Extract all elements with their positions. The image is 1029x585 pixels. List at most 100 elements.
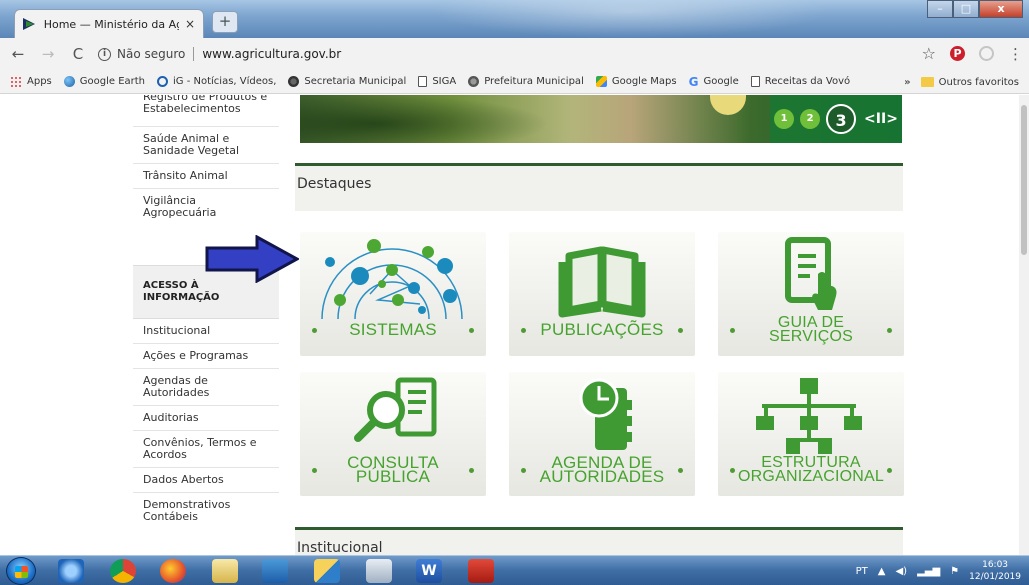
system-clock[interactable]: 16:03 12/01/2019 <box>969 559 1021 583</box>
card-agenda-autoridades[interactable]: AGENDA DE AUTORIDADES <box>509 372 695 496</box>
sidebar-item-saude[interactable]: Saúde Animal e Sanidade Vegetal <box>133 127 279 164</box>
reload-button[interactable]: C <box>66 45 90 63</box>
sidebar-item-dados[interactable]: Dados Abertos <box>133 468 279 493</box>
close-window-button[interactable]: x <box>979 0 1023 18</box>
page-scrollbar[interactable] <box>1019 95 1029 555</box>
sidebar-item-registro[interactable]: Registro de Produtos e Estabelecimentos <box>133 95 279 127</box>
internet-explorer-icon[interactable] <box>58 559 84 583</box>
sidebar-item-acoes[interactable]: Ações e Programas <box>133 344 279 369</box>
info-icon[interactable]: i <box>98 47 111 61</box>
bookmark-secretaria[interactable]: Secretaria Municipal <box>288 76 406 87</box>
card-consulta-publica[interactable]: CONSULTA PÚBLICA <box>300 372 486 496</box>
apps-icon <box>10 75 22 88</box>
bookmark-apps[interactable]: Apps <box>10 75 52 88</box>
new-tab-button[interactable]: + <box>212 11 238 33</box>
sidebar-item-institucional[interactable]: Institucional <box>133 319 279 344</box>
bookmark-google-earth[interactable]: Google Earth <box>63 76 145 87</box>
url-text[interactable]: www.agricultura.gov.br <box>202 47 341 61</box>
slider-pause-control[interactable]: <II> <box>864 111 898 127</box>
slider-pagination: 1 2 3 <II> <box>770 95 902 143</box>
sidebar-item-auditorias[interactable]: Auditorias <box>133 406 279 431</box>
bookmark-siga[interactable]: SIGA <box>418 76 456 87</box>
windows-taskbar: W PT ▲ ◀) ▂▄▆ ⚑ 16:03 12/01/2019 <box>0 555 1029 585</box>
card-dot <box>730 468 735 473</box>
card-dot <box>521 328 526 333</box>
network-icon[interactable]: ▂▄▆ <box>917 566 940 577</box>
network-icon <box>321 239 463 319</box>
site-favicon-icon <box>23 18 37 30</box>
language-indicator[interactable]: PT <box>856 566 868 577</box>
clock-date: 12/01/2019 <box>969 572 1021 582</box>
card-label-row: ESTRUTURA ORGANIZACIONAL <box>718 455 904 485</box>
pinterest-extension-icon[interactable]: P <box>950 46 965 61</box>
browser-tab[interactable]: Home — Ministério da Agricultu × <box>14 9 204 38</box>
omnibox-divider <box>193 47 195 61</box>
bookmark-label: Google Maps <box>611 76 677 87</box>
tab-close-icon[interactable]: × <box>185 17 195 31</box>
acrobat-icon[interactable] <box>468 559 494 583</box>
bookmark-google[interactable]: G Google <box>689 75 739 89</box>
card-dot <box>678 328 683 333</box>
book-icon <box>558 246 646 318</box>
calculator-icon[interactable] <box>366 559 392 583</box>
sidebar-item-demonstrativos[interactable]: Demonstrativos Contábeis <box>133 493 279 529</box>
bookmarks-right: » Outros favoritos <box>904 70 1019 94</box>
card-sistemas[interactable]: SISTEMAS <box>300 232 486 356</box>
card-estrutura-organizacional[interactable]: ESTRUTURA ORGANIZACIONAL <box>718 372 904 496</box>
card-label: GUIA DE SERVIÇOS <box>769 314 853 345</box>
card-publicacoes[interactable]: PUBLICAÇÕES <box>509 232 695 356</box>
omnibox[interactable]: i Não seguro www.agricultura.gov.br <box>98 42 978 66</box>
slider-page-1[interactable]: 1 <box>774 109 795 129</box>
tray-expand-icon[interactable]: ▲ <box>878 566 886 577</box>
other-bookmarks-label[interactable]: Outros favoritos <box>939 77 1019 88</box>
back-button[interactable]: ← <box>6 45 30 63</box>
tab-title: Home — Ministério da Agricultu <box>43 17 179 31</box>
card-label: SISTEMAS <box>349 320 437 339</box>
card-label-row: GUIA DE SERVIÇOS <box>718 314 904 345</box>
card-guia-servicos[interactable]: GUIA DE SERVIÇOS <box>718 232 904 356</box>
document-icon <box>418 76 428 87</box>
bookmark-label: Google <box>703 76 739 87</box>
google-icon: G <box>688 74 699 89</box>
chrome-icon[interactable] <box>110 559 136 583</box>
card-label-row: PUBLICAÇÕES <box>509 319 695 341</box>
media-player-icon[interactable] <box>262 559 288 583</box>
bookmark-google-maps[interactable]: Google Maps <box>595 76 677 87</box>
slider-page-2[interactable]: 2 <box>800 109 821 129</box>
word-icon[interactable]: W <box>416 559 442 583</box>
screen: Home — Ministério da Agricultu × + – □ x… <box>0 0 1029 585</box>
bookmark-star-icon[interactable]: ☆ <box>922 44 936 63</box>
card-dot <box>887 468 892 473</box>
bookmark-prefeitura[interactable]: Prefeitura Municipal <box>468 76 584 87</box>
sidebar-item-convenios[interactable]: Convênios, Termos e Acordos <box>133 431 279 468</box>
start-button[interactable] <box>6 557 36 585</box>
org-chart-icon <box>756 378 862 454</box>
card-dot <box>678 468 683 473</box>
card-dot <box>312 468 317 473</box>
maximize-button[interactable]: □ <box>953 0 979 18</box>
bookmarks-overflow-icon[interactable]: » <box>904 77 910 88</box>
slider-page-3[interactable]: 3 <box>826 104 857 134</box>
institucional-header: Institucional <box>295 527 903 555</box>
sidebar-item-agendas[interactable]: Agendas de Autoridades <box>133 369 279 406</box>
scrollbar-thumb[interactable] <box>1021 105 1027 255</box>
maps-icon <box>595 76 607 87</box>
volume-icon[interactable]: ◀) <box>895 566 907 577</box>
windows-logo-icon <box>15 566 28 578</box>
bookmark-label: Secretaria Municipal <box>304 76 407 87</box>
action-center-icon[interactable]: ⚑ <box>950 566 959 577</box>
banner-slider[interactable]: 1 2 3 <II> <box>300 95 902 143</box>
browser-menu-icon[interactable]: ⋮ <box>1008 45 1023 63</box>
extension-icon[interactable] <box>979 46 994 61</box>
sidebar-item-vigilancia[interactable]: Vigilância Agropecuária <box>133 189 279 225</box>
photos-icon[interactable] <box>314 559 340 583</box>
clock-time: 16:03 <box>982 560 1009 570</box>
bookmark-ig[interactable]: iG - Notícias, Vídeos, <box>157 76 276 87</box>
minimize-button[interactable]: – <box>927 0 953 18</box>
bookmark-receitas[interactable]: Receitas da Vovó <box>750 76 850 87</box>
file-explorer-icon[interactable] <box>212 559 238 583</box>
firefox-icon[interactable] <box>160 559 186 583</box>
institucional-title: Institucional <box>297 540 383 555</box>
sidebar-item-transito[interactable]: Trânsito Animal <box>133 164 279 189</box>
forward-button[interactable]: → <box>36 45 60 63</box>
